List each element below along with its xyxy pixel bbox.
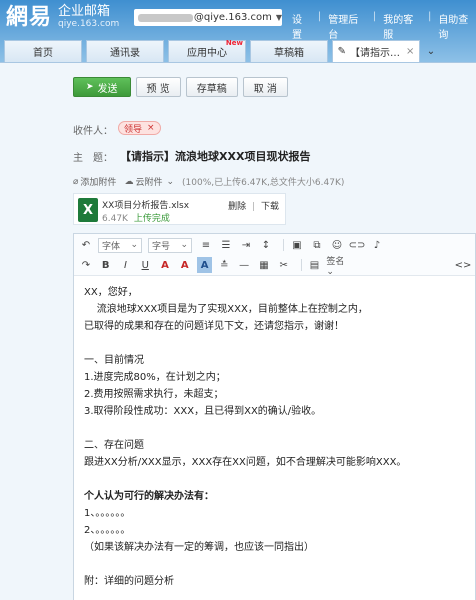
undo-icon[interactable]: ↶ — [78, 237, 94, 253]
emoji-icon[interactable]: ☺ — [329, 237, 345, 253]
subject-field[interactable]: 【请指示】流浪地球XXX项目现状报告 — [120, 148, 310, 164]
upload-status: (100%,已上传6.47K,总文件大小6.47K) — [182, 178, 345, 188]
logo[interactable]: 網易 企业邮箱 qiye.163.com — [6, 4, 119, 30]
tab-compose[interactable]: ✎ 【请指示… × — [332, 40, 420, 62]
chevron-down-icon: ▼ — [275, 13, 282, 22]
tab-app-center[interactable]: 应用中心 New — [168, 39, 246, 62]
font-family-select[interactable]: 字体 ⌄ — [98, 237, 142, 253]
rich-text-editor: ↶ 字体 ⌄ 字号 ⌄ ≡ ☰ ⇥ ↕ ▣ ⧉ ☺ ⊂⊃ ♪ ↷ B I U A A — [73, 233, 476, 600]
admin-link[interactable]: 管理后台 — [328, 11, 366, 41]
body-line: 跟进XX分析/XXX显示，XXX存在XX问题，如不合理解决可能影响XXX。 — [84, 457, 407, 468]
self-service-link[interactable]: 自助查询 — [438, 11, 476, 41]
excel-file-icon: X — [78, 198, 98, 222]
indent-icon[interactable]: ⇥ — [238, 237, 254, 253]
chevron-down-icon[interactable]: ⌄ — [166, 177, 174, 187]
horizontal-rule-icon[interactable]: — — [236, 257, 252, 273]
logo-subtitle: qiye.163.com — [58, 19, 120, 29]
redacted-username — [138, 13, 193, 22]
chevron-down-icon: ⌄ — [180, 240, 188, 250]
paperclip-icon: ⌀ — [73, 176, 79, 187]
strikethrough-icon[interactable]: ≛ — [216, 257, 232, 273]
bullet-list-icon[interactable]: ☰ — [218, 237, 234, 253]
download-attachment-link[interactable]: 下载 — [261, 202, 279, 212]
template-icon[interactable]: ▤ — [307, 257, 323, 273]
align-left-icon[interactable]: ≡ — [198, 237, 214, 253]
redo-icon[interactable]: ↷ — [78, 257, 94, 273]
body-line: （如果该解决办法有一定的筹调，也应该一同指出） — [84, 542, 314, 553]
new-badge: New — [225, 39, 243, 47]
preview-button[interactable]: 预 览 — [135, 77, 181, 97]
background-color-icon[interactable]: A — [196, 257, 213, 273]
account-selector[interactable]: @qiye.163.com ▼ — [134, 9, 282, 26]
highlight-color-icon[interactable]: A — [177, 257, 193, 273]
signature-select[interactable]: 签名 ⌄ — [326, 254, 354, 277]
chevron-down-icon: ⌄ — [426, 45, 436, 57]
file-name: XX项目分析报告.xlsx — [102, 201, 190, 211]
cancel-button[interactable]: 取 消 — [242, 77, 288, 97]
upload-complete-text: 上传完成 — [133, 214, 170, 224]
save-draft-button[interactable]: 存草稿 — [185, 77, 238, 97]
screenshot-icon[interactable]: ⧉ — [309, 237, 325, 253]
compose-panel: ➤ 发送 预 览 存草稿 取 消 收件人： 领导 × 主 题： 【请指示】流浪地… — [0, 62, 476, 600]
recipient-label: 收件人： — [73, 126, 113, 137]
close-icon[interactable]: × — [406, 46, 414, 57]
microphone-icon[interactable]: ♪ — [369, 237, 385, 253]
line-height-icon[interactable]: ↕ — [258, 237, 274, 253]
body-line: 流浪地球XXX项目是为了实现XXX，目前整体上在控制之内， — [84, 304, 368, 315]
message-body[interactable]: XX，您好， 流浪地球XXX项目是为了实现XXX，目前整体上在控制之内， 已取得… — [74, 276, 475, 598]
edit-icon: ✎ — [337, 46, 346, 57]
source-code-icon[interactable]: <> — [455, 257, 472, 273]
tab-drafts[interactable]: 草稿箱 — [250, 40, 328, 62]
italic-icon[interactable]: I — [118, 257, 134, 273]
recipient-chip[interactable]: 领导 × — [118, 121, 161, 135]
tabs-more-button[interactable]: ⌄ — [424, 40, 438, 62]
top-bar: 網易 企业邮箱 qiye.163.com @qiye.163.com ▼ 设置 … — [0, 0, 476, 41]
body-line: 1.进度完成80%，在计划之内； — [84, 372, 226, 383]
section-heading: 一、目前情况 — [84, 355, 144, 366]
underline-icon[interactable]: U — [137, 257, 153, 273]
tab-home[interactable]: 首页 — [4, 40, 82, 62]
send-icon: ➤ — [86, 82, 94, 92]
settings-link[interactable]: 设置 — [292, 11, 311, 41]
cloud-attachment-link[interactable]: 云附件 — [135, 175, 162, 188]
body-line: 2.费用按照需求执行，未超支； — [84, 389, 224, 400]
bold-icon[interactable]: B — [98, 257, 114, 273]
body-line: 2、。。。。。。 — [84, 525, 131, 536]
section-heading: 个人认为可行的解决办法有： — [84, 491, 214, 502]
compose-actions: ➤ 发送 预 览 存草稿 取 消 — [73, 77, 293, 97]
subject-label: 主 题： — [73, 153, 113, 164]
editor-toolbar: ↶ 字体 ⌄ 字号 ⌄ ≡ ☰ ⇥ ↕ ▣ ⧉ ☺ ⊂⊃ ♪ ↷ B I U A A — [74, 234, 475, 277]
link-icon[interactable]: ⊂⊃ — [349, 237, 366, 253]
section-heading: 二、存在问题 — [84, 440, 144, 451]
cloud-icon: ☁ — [124, 176, 134, 187]
chevron-down-icon: ⌄ — [130, 240, 138, 250]
table-icon[interactable]: ▦ — [256, 257, 272, 273]
delete-attachment-link[interactable]: 删除 — [228, 202, 246, 212]
remove-recipient-icon[interactable]: × — [147, 123, 155, 133]
body-line: 3.取得阶段性成功：XXX，且已得到XX的确认/验收。 — [84, 406, 322, 417]
attachment-bar: ⌀ 添加附件 ☁ 云附件 ⌄ (100%,已上传6.47K,总文件大小6.47K… — [73, 175, 345, 189]
format-brush-icon[interactable]: ✂ — [276, 257, 292, 273]
account-domain: @qiye.163.com — [193, 12, 272, 23]
add-attachment-link[interactable]: 添加附件 — [80, 175, 116, 188]
body-line: XX，您好， — [84, 287, 138, 298]
font-color-icon[interactable]: A — [157, 257, 173, 273]
font-size-select[interactable]: 字号 ⌄ — [148, 237, 192, 253]
logo-mark: 網易 — [6, 4, 53, 30]
body-line: 1、。。。。。。 — [84, 508, 131, 519]
image-icon[interactable]: ▣ — [289, 237, 305, 253]
body-line: 已取得的成果和存在的问题详见下文，还请您指示，谢谢！ — [84, 321, 344, 332]
send-button[interactable]: ➤ 发送 — [73, 77, 131, 97]
attachment-file: X XX项目分析报告.xlsx 6.47K 上传完成 删除 | 下载 — [73, 193, 286, 225]
top-links: 设置 | 管理后台 | 我的客服 | 自助查询 — [292, 11, 476, 41]
file-size: 6.47K — [102, 214, 128, 224]
main-tabs: 首页 通讯录 应用中心 New 草稿箱 ✎ 【请指示… × ⌄ — [0, 39, 476, 62]
tab-contacts[interactable]: 通讯录 — [86, 40, 164, 62]
logo-title: 企业邮箱 — [58, 4, 111, 19]
body-line: 附：详细的问题分析 — [84, 576, 174, 587]
support-link[interactable]: 我的客服 — [383, 11, 421, 41]
